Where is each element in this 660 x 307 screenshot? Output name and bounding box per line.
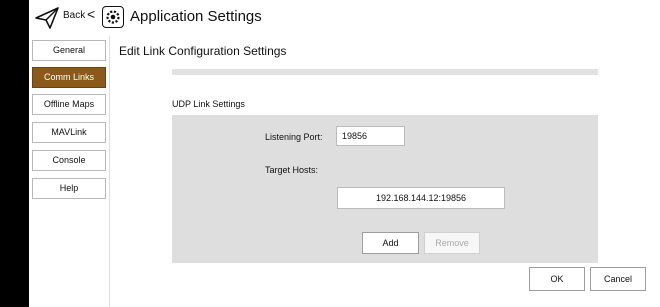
- page-title: Application Settings: [130, 8, 262, 25]
- add-button[interactable]: Add: [362, 232, 419, 254]
- horizontal-scrollbar[interactable]: [172, 69, 598, 75]
- section-label: UDP Link Settings: [172, 99, 245, 109]
- cancel-button[interactable]: Cancel: [590, 267, 646, 291]
- listening-port-input[interactable]: 19856: [336, 126, 405, 146]
- listening-port-label: Listening Port:: [265, 132, 323, 142]
- target-host-item[interactable]: 192.168.144.12:19856: [337, 187, 505, 209]
- paper-plane-icon[interactable]: [34, 5, 60, 31]
- sidebar-item-console[interactable]: Console: [32, 150, 106, 171]
- target-hosts-label: Target Hosts:: [265, 165, 319, 175]
- gear-icon[interactable]: [102, 6, 124, 28]
- sidebar-item-mavlink[interactable]: MAVLink: [32, 122, 106, 143]
- sidebar-item-offline-maps[interactable]: Offline Maps: [32, 94, 106, 115]
- ok-button[interactable]: OK: [529, 267, 585, 291]
- app-header: Back < Application Settings: [29, 0, 660, 36]
- remove-button[interactable]: Remove: [424, 232, 480, 254]
- panel-title: Edit Link Configuration Settings: [119, 44, 287, 58]
- udp-settings-panel: Listening Port: 19856 Target Hosts: 192.…: [172, 115, 598, 263]
- settings-sidebar: General Comm Links Offline Maps MAVLink …: [29, 36, 109, 307]
- back-button[interactable]: Back: [63, 10, 85, 21]
- sidebar-item-help[interactable]: Help: [32, 178, 106, 199]
- back-arrow-icon[interactable]: <: [87, 6, 95, 22]
- sidebar-item-comm-links[interactable]: Comm Links: [32, 67, 106, 88]
- sidebar-item-general[interactable]: General: [32, 40, 106, 61]
- left-edge-strip: [0, 0, 29, 307]
- sidebar-divider: [109, 36, 110, 307]
